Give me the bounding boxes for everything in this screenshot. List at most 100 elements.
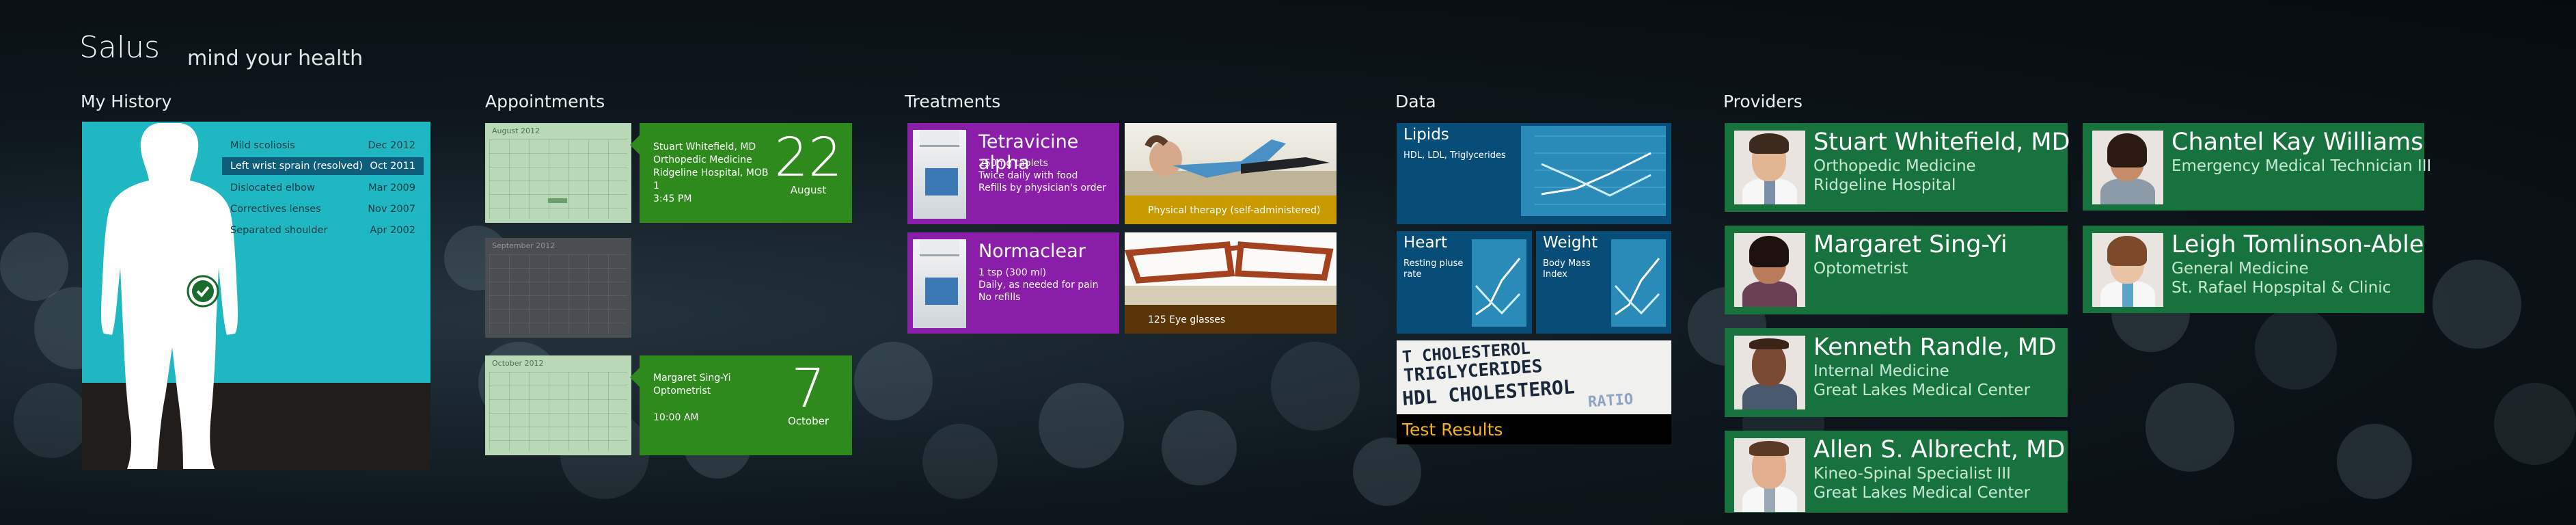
provider-tile[interactable]: Allen S. Albrecht, MD Kineo-Spinal Speci…: [1725, 431, 2068, 513]
provider-name: Allen S. Albrecht, MD: [1813, 436, 2066, 463]
medication-dose: 1 tsp (300 ml): [978, 267, 1047, 278]
provider-tile[interactable]: Leigh Tomlinson-Able General Medicine St…: [2083, 226, 2424, 313]
checkmark-icon: [187, 275, 219, 308]
provider-specialty: Kineo-Spinal Specialist III: [1813, 465, 2011, 483]
history-item-label: Left wrist sprain (resolved): [230, 161, 364, 172]
history-item-date: Oct 2011: [370, 161, 415, 172]
lipids-subtitle: HDL, LDL, Triglycerides: [1403, 150, 1506, 161]
appointment-tile[interactable]: Stuart Whitefield, MD Orthopedic Medicin…: [630, 123, 852, 223]
section-title-data[interactable]: Data: [1395, 92, 1436, 111]
appointment-tile[interactable]: Margaret Sing-Yi Optometrist 10:00 AM 7 …: [630, 355, 852, 455]
provider-tile[interactable]: Stuart Whitefield, MD Orthopedic Medicin…: [1725, 123, 2070, 212]
medication-tile[interactable]: Tetravicine alpha 250mg tablets Twice da…: [907, 123, 1119, 224]
provider-specialty: Internal Medicine: [1813, 362, 1949, 380]
appointment-day: 22: [774, 127, 842, 189]
section-title-treatments[interactable]: Treatments: [905, 92, 1000, 111]
provider-location: Ridgeline Hospital: [1813, 176, 1956, 194]
appointment-location: Ridgeline Hospital, MOB 1: [653, 167, 769, 191]
history-item-date: Apr 2002: [370, 225, 415, 236]
weight-title: Weight: [1543, 234, 1598, 252]
provider-tile[interactable]: Margaret Sing-Yi Optometrist: [1725, 226, 2068, 314]
provider-name: Kenneth Randle, MD: [1813, 334, 2057, 361]
weight-tile[interactable]: Weight Body Mass Index: [1536, 231, 1671, 334]
history-item-selected[interactable]: Left wrist sprain (resolved) Oct 2011: [222, 157, 424, 175]
history-item-label: Separated shoulder: [230, 225, 328, 236]
calendar-month-label: September 2012: [492, 241, 556, 250]
history-item[interactable]: Dislocated elbow Mar 2009: [222, 179, 424, 197]
medication-info: 250mg tablets Twice daily with food Refi…: [978, 157, 1106, 194]
provider-photo: [1734, 438, 1805, 512]
medication-dose: 250mg tablets: [978, 158, 1048, 169]
app-title: Salus: [79, 30, 160, 65]
provider-photo: [1734, 336, 1805, 409]
history-item-date: Dec 2012: [368, 140, 415, 151]
exercise-photo: [1125, 135, 1337, 196]
history-item[interactable]: Mild scoliosis Dec 2012: [222, 137, 424, 154]
heart-tile[interactable]: Heart Resting pluse rate: [1397, 231, 1532, 334]
heart-sub-line: Resting pluse: [1403, 258, 1464, 269]
therapy-caption: Physical therapy (self-administered): [1125, 196, 1337, 224]
provider-specialty: Orthopedic Medicine: [1813, 157, 1976, 175]
provider-location: St. Rafael Hopspital & Clinic: [2171, 279, 2392, 297]
section-title-appointments[interactable]: Appointments: [485, 92, 605, 111]
eyeglasses-icon: [1125, 241, 1337, 305]
calendar-month-label: October 2012: [492, 359, 544, 368]
appointment-details: Stuart Whitefield, MD Orthopedic Medicin…: [653, 141, 776, 206]
pill-bottle-icon: [913, 130, 966, 219]
provider-specialty: Emergency Medical Technician III: [2171, 157, 2432, 175]
weight-subtitle: Body Mass Index: [1543, 258, 1591, 280]
provider-location: Great Lakes Medical Center: [1813, 484, 2031, 502]
provider-tile[interactable]: Kenneth Randle, MD Internal Medicine Gre…: [1725, 328, 2068, 417]
medication-frequency: Daily, as needed for pain: [978, 280, 1099, 291]
provider-specialty: General Medicine: [2171, 260, 2309, 278]
history-item-label: Correctives lenses: [230, 204, 321, 215]
appointment-dept: Orthopedic Medicine: [653, 154, 752, 165]
medication-refills: Refills by physician's order: [978, 183, 1106, 193]
physical-therapy-tile[interactable]: Physical therapy (self-administered): [1125, 123, 1337, 224]
provider-specialty: Optometrist: [1813, 260, 1908, 278]
heart-sub-line: rate: [1403, 269, 1422, 280]
calendar-highlight: [548, 198, 567, 203]
section-title-history[interactable]: My History: [81, 92, 172, 111]
history-item-date: Mar 2009: [368, 183, 415, 193]
appointment-month: August: [790, 184, 827, 196]
pill-bottle-icon: [913, 239, 966, 328]
weight-sub-line: Index: [1543, 269, 1567, 280]
provider-tile[interactable]: Chantel Kay Williams Emergency Medical T…: [2083, 123, 2431, 211]
appointment-time: 3:45 PM: [653, 193, 692, 204]
calendar-october[interactable]: October 2012: [485, 355, 631, 455]
history-item[interactable]: Separated shoulder Apr 2002: [222, 221, 424, 239]
calendar-august[interactable]: August 2012: [485, 123, 631, 223]
heart-title: Heart: [1403, 234, 1448, 252]
history-item[interactable]: Correctives lenses Nov 2007: [222, 200, 424, 218]
provider-name: Chantel Kay Williams: [2171, 129, 2424, 156]
heart-subtitle: Resting pluse rate: [1403, 258, 1463, 280]
appointment-pointer: [630, 368, 640, 387]
medication-refills: No refills: [978, 292, 1021, 303]
lipids-tile[interactable]: Lipids HDL, LDL, Triglycerides: [1397, 123, 1671, 224]
test-results-text: RATIO: [1587, 390, 1634, 412]
appointment-details: Margaret Sing-Yi Optometrist: [653, 372, 776, 398]
appointment-time: 10:00 AM: [653, 412, 699, 423]
test-results-caption: Test Results: [1397, 414, 1671, 444]
history-item-label: Dislocated elbow: [230, 183, 315, 193]
app-subtitle: mind your health: [187, 46, 364, 70]
appointment-month: October: [787, 415, 830, 427]
appointment-provider: Margaret Sing-Yi: [653, 373, 731, 383]
weight-chart-icon: [1611, 239, 1666, 327]
eyeglasses-tile[interactable]: 125 Eye glasses: [1125, 232, 1337, 334]
calendar-september[interactable]: September 2012: [485, 238, 631, 338]
provider-location: Great Lakes Medical Center: [1813, 381, 2031, 399]
calendar-month-label: August 2012: [492, 126, 540, 135]
lipids-title: Lipids: [1403, 126, 1449, 144]
lipids-chart-icon: [1521, 126, 1666, 216]
medication-frequency: Twice daily with food: [978, 170, 1078, 181]
history-tile[interactable]: Mild scoliosis Dec 2012 Left wrist sprai…: [82, 122, 430, 470]
medication-tile[interactable]: Normaclear 1 tsp (300 ml) Daily, as need…: [907, 232, 1119, 334]
calendar-grid: [489, 372, 627, 451]
section-title-providers[interactable]: Providers: [1723, 92, 1803, 111]
appointment-provider: Stuart Whitefield, MD: [653, 142, 756, 152]
appointment-day: 7: [791, 358, 825, 420]
test-results-tile[interactable]: T CHOLESTEROL TRIGLYCERIDES HDL CHOLESTE…: [1397, 340, 1671, 444]
heart-chart-icon: [1472, 239, 1526, 327]
